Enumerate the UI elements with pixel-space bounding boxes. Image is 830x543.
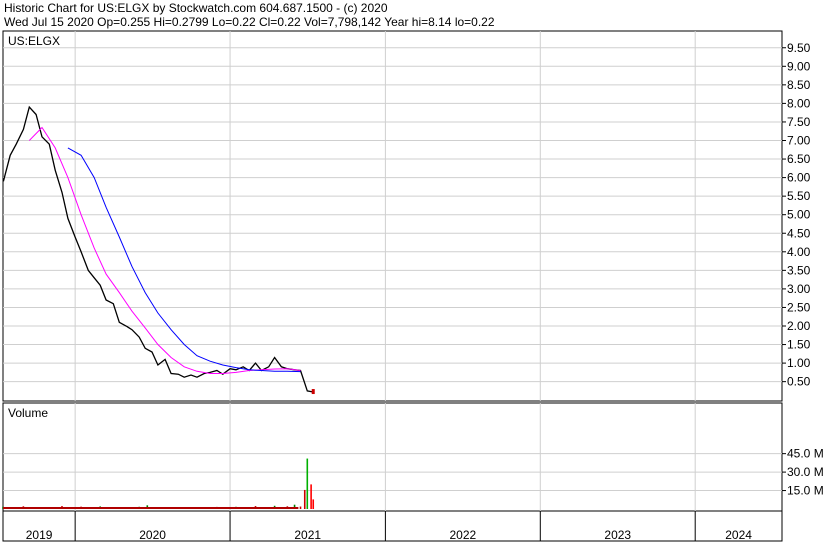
price-tick-label: 1.50 [787, 338, 811, 352]
price-tick-label: 4.50 [787, 226, 811, 240]
volume-tick-label: 15.0 M [787, 484, 824, 498]
x-tick-label: 2021 [294, 528, 321, 542]
price-tick-label: 0.50 [787, 375, 811, 389]
volume-tick-label: 30.0 M [787, 465, 824, 479]
last-price-marker [311, 389, 315, 395]
price-tick-label: 5.00 [787, 208, 811, 222]
x-tick-label: 2023 [604, 528, 631, 542]
stock-chart: Historic Chart for US:ELGX by Stockwatch… [0, 0, 830, 543]
price-tick-label: 2.50 [787, 300, 811, 314]
volume-tick-label: 45.0 M [787, 447, 824, 461]
volume-bar [312, 499, 315, 509]
price-tick-label: 7.50 [787, 115, 811, 129]
price-tick-label: 2.00 [787, 319, 811, 333]
price-tick-label: 9.50 [787, 41, 811, 55]
volume-panel-title: Volume [8, 406, 48, 420]
volume-bar [310, 484, 312, 509]
price-tick-label: 5.50 [787, 189, 811, 203]
price-tick-label: 8.50 [787, 78, 811, 92]
x-tick-label: 2019 [26, 528, 53, 542]
x-axis-band [2, 510, 783, 542]
x-tick-label: 2022 [449, 528, 476, 542]
price-panel [2, 30, 783, 402]
price-tick-label: 3.00 [787, 282, 811, 296]
price-tick-label: 4.00 [787, 245, 811, 259]
volume-bar [303, 489, 306, 509]
x-tick-label: 2024 [725, 528, 752, 542]
volume-bar [306, 458, 309, 509]
price-tick-label: 7.00 [787, 134, 811, 148]
price-tick-label: 1.00 [787, 356, 811, 370]
volume-bar [299, 506, 302, 509]
price-tick-label: 9.00 [787, 59, 811, 73]
price-tick-label: 3.50 [787, 263, 811, 277]
volume-panel [2, 402, 783, 512]
price-tick-label: 6.50 [787, 152, 811, 166]
price-tick-label: 6.00 [787, 171, 811, 185]
chart-canvas: 2019 2020 2021 2022 2023 2024 9.50 9.00 8.50 8.00… [2, 30, 824, 542]
price-panel-title: US:ELGX [8, 34, 60, 48]
x-tick-label: 2020 [139, 528, 166, 542]
price-tick-label: 8.00 [787, 96, 811, 110]
